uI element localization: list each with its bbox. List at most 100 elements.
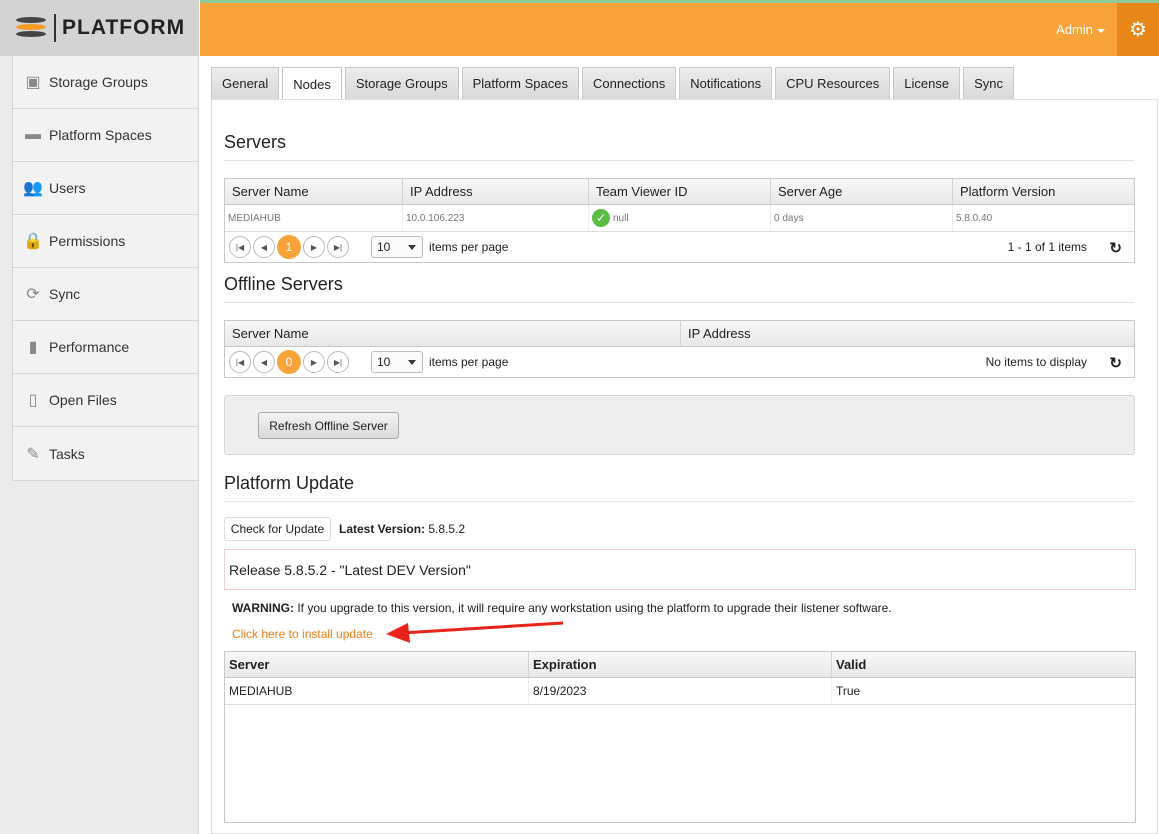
page-size-select[interactable]: 10: [371, 351, 423, 373]
sidebar-item-label: Sync: [49, 286, 81, 302]
sidebar-item-sync[interactable]: ⟳ Sync: [13, 268, 198, 321]
cell-expiration: 8/19/2023: [529, 678, 832, 704]
column-header-platform-version[interactable]: Platform Version: [953, 179, 1134, 204]
current-page[interactable]: 1: [277, 235, 301, 259]
pager-info: 1 - 1 of 1 items: [1007, 240, 1087, 254]
cell-server-age: 0 days: [771, 205, 953, 231]
file-lock-icon: ▯: [28, 392, 38, 409]
next-page-icon[interactable]: ▶: [303, 236, 325, 258]
user-menu-label: Admin: [1056, 22, 1093, 37]
platform-update-heading: Platform Update: [224, 473, 355, 493]
first-page-icon[interactable]: |◀: [229, 351, 251, 373]
app-logo[interactable]: PLATFORM: [0, 0, 199, 56]
tab-notifications[interactable]: Notifications: [679, 67, 773, 99]
refresh-offline-server-button[interactable]: Refresh Offline Server: [258, 412, 399, 439]
tab-license[interactable]: License: [893, 67, 961, 99]
column-header-ip-address[interactable]: IP Address: [403, 179, 589, 204]
cell-ip-address: 10.0.106.223: [403, 205, 589, 231]
logo-divider: [54, 14, 56, 42]
logo-text: PLATFORM: [62, 16, 186, 39]
servers-pager: |◀ ◀ 1 ▶ ▶| 10 items per page 1 - 1 of 1…: [225, 232, 1134, 262]
offline-servers-grid: Server Name IP Address |◀ ◀ 0 ▶ ▶| 10 it…: [224, 320, 1135, 378]
tab-cpu-resources[interactable]: CPU Resources: [775, 67, 891, 99]
cell-team-viewer-id[interactable]: ✓ null: [589, 205, 771, 231]
divider: [224, 501, 1134, 502]
tab-nodes[interactable]: Nodes: [282, 67, 342, 100]
column-header-ip-address[interactable]: IP Address: [681, 321, 1134, 346]
license-grid-header: Server Expiration Valid: [225, 652, 1135, 678]
latest-version-value: 5.8.5.2: [428, 522, 466, 536]
column-header-server[interactable]: Server: [225, 652, 529, 677]
sidebar-item-label: Storage Groups: [49, 74, 148, 90]
settings-button[interactable]: ⚙: [1117, 3, 1159, 56]
refresh-icon[interactable]: ↻: [1109, 239, 1122, 257]
column-header-server-name[interactable]: Server Name: [225, 179, 403, 204]
sidebar-item-tasks[interactable]: ✎ Tasks: [13, 427, 198, 480]
table-row[interactable]: MEDIAHUB 8/19/2023 True: [225, 678, 1135, 705]
team-viewer-value: null: [613, 212, 629, 224]
sidebar-item-label: Tasks: [49, 445, 85, 462]
annotation-arrow-icon: [386, 621, 564, 643]
users-icon: 👥: [23, 180, 43, 197]
cell-platform-version: 5.8.0.40: [956, 212, 993, 224]
sidebar-item-permissions[interactable]: 🔒 Permissions: [13, 215, 198, 268]
storage-icon: ▣: [25, 74, 41, 91]
tab-sync[interactable]: Sync: [963, 67, 1014, 99]
sidebar-item-users[interactable]: 👥 Users: [13, 162, 198, 215]
sync-icon: ⟳: [26, 286, 40, 303]
offline-pager: |◀ ◀ 0 ▶ ▶| 10 items per page No items t…: [225, 347, 1134, 377]
first-page-icon[interactable]: |◀: [229, 236, 251, 258]
prev-page-icon[interactable]: ◀: [253, 236, 275, 258]
last-page-icon[interactable]: ▶|: [327, 236, 349, 258]
gear-icon: ⚙: [1129, 19, 1147, 41]
offline-actions-panel: Refresh Offline Server: [224, 395, 1135, 455]
top-bar: Admin ⚙: [200, 3, 1159, 56]
column-header-server-age[interactable]: Server Age: [771, 179, 953, 204]
tab-storage-groups[interactable]: Storage Groups: [344, 67, 459, 99]
divider: [224, 302, 1134, 303]
tab-platform-spaces[interactable]: Platform Spaces: [461, 67, 579, 99]
user-menu[interactable]: Admin: [1056, 22, 1105, 37]
check-circle-icon: ✓: [592, 209, 610, 227]
sidebar-item-label: Platform Spaces: [49, 127, 152, 143]
folder-icon: ▬: [25, 126, 41, 143]
page-size-label: items per page: [429, 240, 509, 254]
check-for-update-button[interactable]: Check for Update: [224, 517, 331, 541]
offline-grid-header: Server Name IP Address: [225, 321, 1134, 347]
prev-page-icon[interactable]: ◀: [253, 351, 275, 373]
sidebar-item-platform-spaces[interactable]: ▬ Platform Spaces: [13, 109, 198, 162]
chevron-down-icon: [408, 245, 416, 250]
page-size-value: 10: [377, 355, 391, 369]
sidebar-item-storage-groups[interactable]: ▣ Storage Groups: [13, 56, 198, 109]
page-size-select[interactable]: 10: [371, 236, 423, 258]
sidebar-item-label: Permissions: [49, 233, 126, 249]
table-row[interactable]: MEDIAHUB 10.0.106.223 ✓ null 0 days 5.8.0…: [225, 205, 1134, 232]
current-page[interactable]: 0: [277, 350, 301, 374]
bar-chart-icon: ▮: [28, 339, 38, 356]
tab-connections[interactable]: Connections: [581, 67, 677, 99]
tab-bar: General Nodes Storage Groups Platform Sp…: [211, 67, 1017, 100]
cell-server-name: MEDIAHUB: [225, 205, 403, 231]
lock-icon: 🔒: [23, 233, 43, 250]
sidebar-menu: ▣ Storage Groups ▬ Platform Spaces 👥 Users …: [12, 56, 199, 481]
install-update-link[interactable]: Click here to install update: [232, 627, 373, 641]
tab-general[interactable]: General: [211, 67, 280, 99]
column-header-valid[interactable]: Valid: [832, 652, 1135, 677]
cell-server: MEDIAHUB: [225, 678, 529, 704]
column-header-server-name[interactable]: Server Name: [225, 321, 681, 346]
sidebar-item-open-files[interactable]: ▯ Open Files: [13, 374, 198, 427]
last-page-icon[interactable]: ▶|: [327, 351, 349, 373]
next-page-icon[interactable]: ▶: [303, 351, 325, 373]
servers-grid-header: Server Name IP Address Team Viewer ID Se…: [225, 179, 1134, 205]
latest-version-label: Latest Version:: [339, 522, 426, 536]
warning-label: WARNING:: [232, 601, 294, 615]
column-header-expiration[interactable]: Expiration: [529, 652, 832, 677]
sidebar-item-performance[interactable]: ▮ Performance: [13, 321, 198, 374]
refresh-icon[interactable]: ↻: [1109, 354, 1122, 372]
column-header-team-viewer-id[interactable]: Team Viewer ID: [589, 179, 771, 204]
chevron-down-icon: [408, 360, 416, 365]
chevron-down-icon: [1097, 28, 1105, 33]
page-size-label: items per page: [429, 355, 509, 369]
pager-info: No items to display: [985, 355, 1087, 369]
sidebar: ▣ Storage Groups ▬ Platform Spaces 👥 Users …: [0, 56, 199, 834]
